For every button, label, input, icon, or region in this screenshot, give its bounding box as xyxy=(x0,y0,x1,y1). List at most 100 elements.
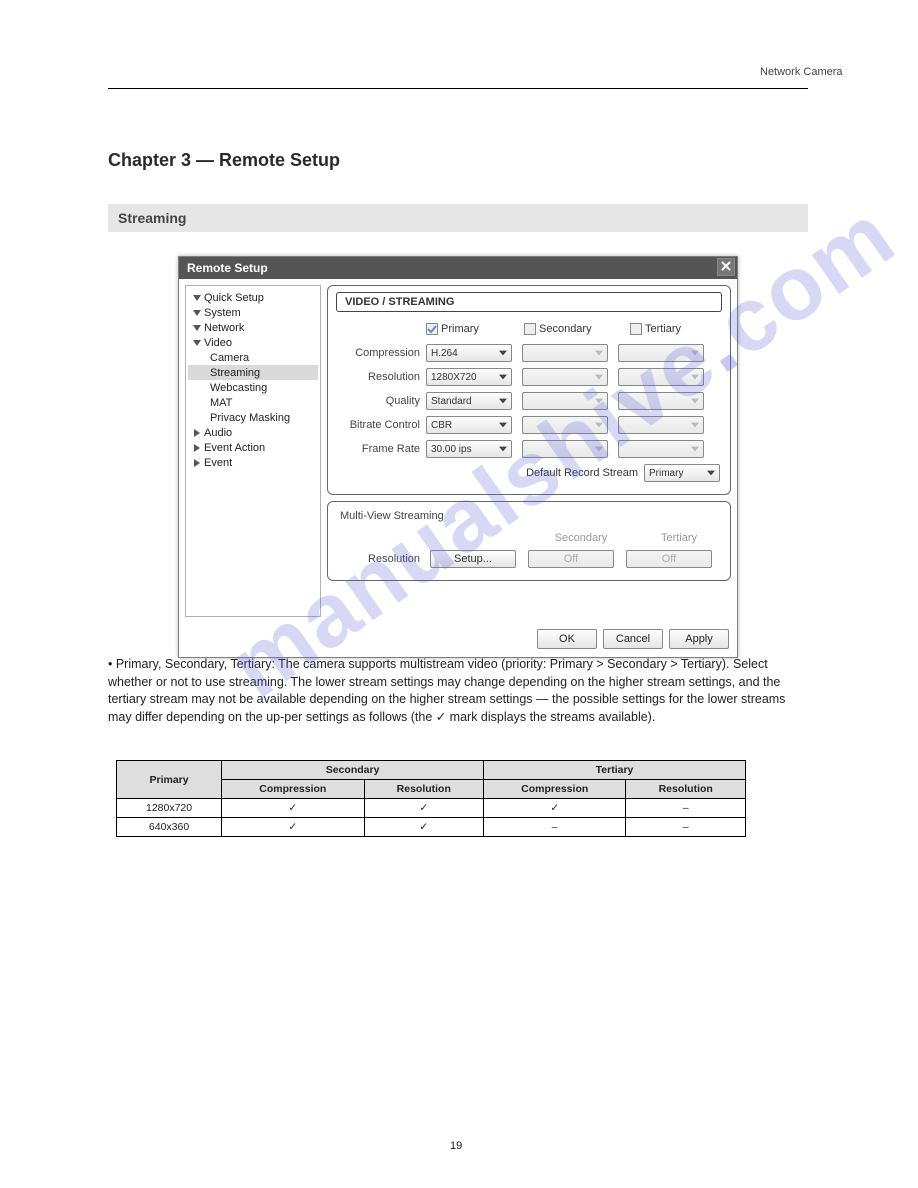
th-ter-comp: Compression xyxy=(484,780,626,799)
compression-row: Compression H.264 xyxy=(336,342,722,364)
chevron-down-icon xyxy=(593,350,605,356)
th-sec-comp: Compression xyxy=(222,780,364,799)
section-heading-bar: Streaming xyxy=(108,204,808,232)
th-primary: Primary xyxy=(117,761,222,799)
framerate-secondary-combo[interactable] xyxy=(522,440,608,458)
chevron-down-icon xyxy=(192,338,202,348)
chevron-down-icon xyxy=(689,398,701,404)
chevron-down-icon xyxy=(497,350,509,356)
tree-privacy[interactable]: Privacy Masking xyxy=(188,410,318,425)
tree-audio[interactable]: Audio xyxy=(188,425,318,440)
resolution-primary-combo[interactable]: 1280X720 xyxy=(426,368,512,386)
resolution-label: Resolution xyxy=(336,371,426,383)
tertiary-checkbox[interactable]: Tertiary xyxy=(630,323,718,335)
page-header-meta: Network Camera xyxy=(760,66,843,78)
section-heading: Streaming xyxy=(108,210,186,226)
streaming-panel: VIDEO / STREAMING Primary Secondary xyxy=(327,285,731,495)
primary-checkbox[interactable]: Primary xyxy=(426,323,514,335)
resolution-secondary-combo[interactable] xyxy=(522,368,608,386)
dialog-body: Quick Setup System Network Video Camera … xyxy=(179,279,737,623)
chapter-title: Chapter 3 — Remote Setup xyxy=(108,150,340,171)
table-row: 640x360 ✓ ✓ – – xyxy=(117,818,746,837)
close-icon xyxy=(721,260,731,274)
bitrate-secondary-combo[interactable] xyxy=(522,416,608,434)
mv-tertiary-button[interactable]: Off xyxy=(626,550,712,568)
tree-video[interactable]: Video xyxy=(188,335,318,350)
mv-tertiary-label: Tertiary xyxy=(636,532,722,544)
table-header-row: Primary Secondary Tertiary xyxy=(117,761,746,780)
bitrate-tertiary-combo[interactable] xyxy=(618,416,704,434)
nav-tree: Quick Setup System Network Video Camera … xyxy=(185,285,321,617)
mv-setup-button[interactable]: Setup... xyxy=(430,550,516,568)
multiview-resolution-row: Resolution Setup... Off Off xyxy=(340,548,722,570)
intro-paragraph: • Primary, Secondary, Tertiary: The came… xyxy=(108,656,808,726)
default-record-label: Default Record Stream xyxy=(526,467,638,479)
dialog-title: Remote Setup xyxy=(187,261,268,275)
resolution-table: Primary Secondary Tertiary Compression R… xyxy=(116,760,746,837)
tree-streaming[interactable]: Streaming xyxy=(188,365,318,380)
chevron-down-icon xyxy=(192,308,202,318)
chevron-down-icon xyxy=(593,422,605,428)
secondary-checkbox[interactable]: Secondary xyxy=(524,323,612,335)
mv-secondary-button[interactable]: Off xyxy=(528,550,614,568)
chevron-down-icon xyxy=(593,374,605,380)
chevron-down-icon xyxy=(593,398,605,404)
dialog-screenshot: Remote Setup Quick Setup System Network … xyxy=(178,256,738,658)
quality-row: Quality Standard xyxy=(336,390,722,412)
framerate-label: Frame Rate xyxy=(336,443,426,455)
tree-network[interactable]: Network xyxy=(188,320,318,335)
framerate-row: Frame Rate 30.00 ips xyxy=(336,438,722,460)
compression-primary-combo[interactable]: H.264 xyxy=(426,344,512,362)
tree-mat[interactable]: MAT xyxy=(188,395,318,410)
th-secondary: Secondary xyxy=(222,761,484,780)
tree-event-action[interactable]: Event Action xyxy=(188,440,318,455)
multiview-header: Secondary Tertiary xyxy=(340,532,722,548)
quality-primary-combo[interactable]: Standard xyxy=(426,392,512,410)
compression-label: Compression xyxy=(336,347,426,359)
framerate-tertiary-combo[interactable] xyxy=(618,440,704,458)
compression-tertiary-combo[interactable] xyxy=(618,344,704,362)
tree-webcasting[interactable]: Webcasting xyxy=(188,380,318,395)
chevron-down-icon xyxy=(689,350,701,356)
cancel-button[interactable]: Cancel xyxy=(603,629,663,649)
chevron-down-icon xyxy=(689,422,701,428)
stream-checkbox-row: Primary Secondary Tertiary xyxy=(336,318,722,340)
tree-camera[interactable]: Camera xyxy=(188,350,318,365)
multiview-panel: Multi-View Streaming Secondary Tertiary … xyxy=(327,501,731,581)
bitrate-primary-combo[interactable]: CBR xyxy=(426,416,512,434)
bitrate-row: Bitrate Control CBR xyxy=(336,414,722,436)
doc-title: Network Camera xyxy=(760,66,843,78)
header-rule xyxy=(108,88,808,89)
tree-quick-setup[interactable]: Quick Setup xyxy=(188,290,318,305)
close-button[interactable] xyxy=(717,258,735,276)
checkbox-checked-icon xyxy=(426,323,438,335)
chevron-right-icon xyxy=(192,458,202,468)
apply-button[interactable]: Apply xyxy=(669,629,729,649)
content-area: VIDEO / STREAMING Primary Secondary xyxy=(327,285,731,617)
resolution-tertiary-combo[interactable] xyxy=(618,368,704,386)
default-record-combo[interactable]: Primary xyxy=(644,464,720,482)
chevron-down-icon xyxy=(497,398,509,404)
quality-secondary-combo[interactable] xyxy=(522,392,608,410)
chevron-down-icon xyxy=(689,374,701,380)
table-row: 1280x720 ✓ ✓ ✓ – xyxy=(117,799,746,818)
chevron-right-icon xyxy=(192,443,202,453)
compression-secondary-combo[interactable] xyxy=(522,344,608,362)
tree-event[interactable]: Event xyxy=(188,455,318,470)
dialog-titlebar: Remote Setup xyxy=(179,257,737,279)
multiview-title: Multi-View Streaming xyxy=(340,510,722,522)
chevron-down-icon xyxy=(497,374,509,380)
ok-button[interactable]: OK xyxy=(537,629,597,649)
mv-resolution-label: Resolution xyxy=(340,553,430,565)
framerate-primary-combo[interactable]: 30.00 ips xyxy=(426,440,512,458)
quality-tertiary-combo[interactable] xyxy=(618,392,704,410)
remote-setup-dialog: Remote Setup Quick Setup System Network … xyxy=(178,256,738,658)
chevron-down-icon xyxy=(705,470,717,476)
chevron-down-icon xyxy=(192,293,202,303)
chevron-down-icon xyxy=(593,446,605,452)
chevron-down-icon xyxy=(192,323,202,333)
default-record-row: Default Record Stream Primary xyxy=(336,462,722,484)
quality-label: Quality xyxy=(336,395,426,407)
tree-system[interactable]: System xyxy=(188,305,318,320)
chevron-right-icon xyxy=(192,428,202,438)
